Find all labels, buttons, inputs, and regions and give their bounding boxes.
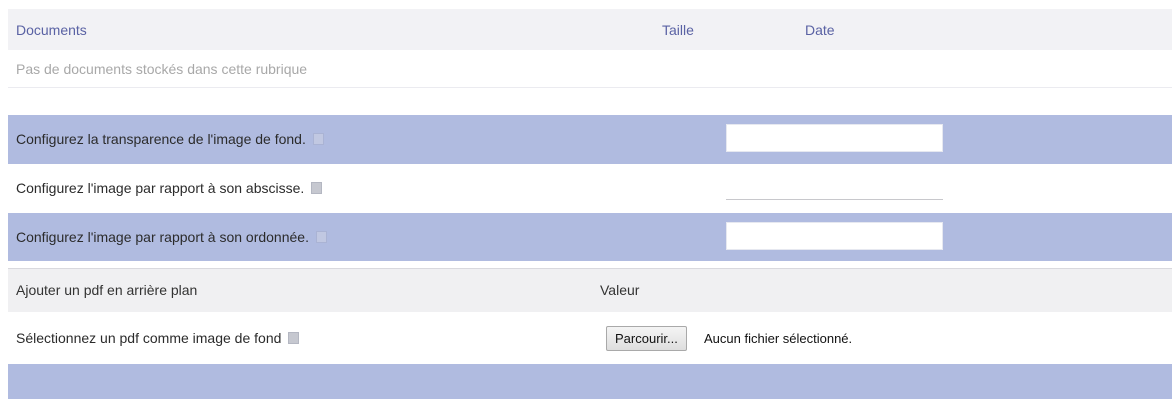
help-icon[interactable] (315, 231, 327, 243)
abscissa-input[interactable] (726, 172, 943, 200)
pdf-select-row: Sélectionnez un pdf comme image de fond … (8, 312, 1172, 367)
abscissa-row: Configurez l'image par rapport à son abs… (8, 164, 1172, 213)
page: Documents Taille Date Pas de documents s… (0, 0, 1172, 399)
ordinate-input[interactable] (726, 222, 943, 250)
abscissa-label: Configurez l'image par rapport à son abs… (16, 180, 323, 196)
value-column-header: Valeur (600, 282, 640, 298)
help-icon[interactable] (288, 332, 300, 344)
help-icon[interactable] (312, 133, 324, 145)
ordinate-row: Configurez l'image par rapport à son ord… (8, 213, 1172, 261)
documents-column-header[interactable]: Documents (16, 22, 87, 38)
transparency-input[interactable] (726, 124, 943, 152)
documents-table-header: Documents Taille Date (8, 9, 1172, 50)
empty-message: Pas de documents stockés dans cette rubr… (16, 61, 308, 77)
help-icon[interactable] (311, 182, 323, 194)
date-column-header[interactable]: Date (805, 22, 835, 38)
file-status-text: Aucun fichier sélectionné. (704, 331, 853, 346)
size-column-header[interactable]: Taille (662, 22, 694, 38)
pdf-file-input[interactable]: Parcourir... Aucun fichier sélectionné. (599, 326, 874, 367)
ordinate-label-text: Configurez l'image par rapport à son ord… (16, 229, 309, 245)
ordinate-label: Configurez l'image par rapport à son ord… (16, 229, 327, 245)
transparency-label-text: Configurez la transparence de l'image de… (16, 131, 306, 147)
documents-empty-row: Pas de documents stockés dans cette rubr… (8, 50, 1172, 88)
pdf-select-label-text: Sélectionnez un pdf comme image de fond (16, 330, 282, 346)
pdf-header-label: Ajouter un pdf en arrière plan (16, 282, 198, 298)
pdf-select-label: Sélectionnez un pdf comme image de fond (16, 330, 300, 346)
pdf-section-header: Ajouter un pdf en arrière plan Valeur (8, 268, 1172, 312)
transparency-row: Configurez la transparence de l'image de… (8, 115, 1172, 164)
browse-button[interactable]: Parcourir... (606, 326, 687, 351)
transparency-label: Configurez la transparence de l'image de… (16, 131, 324, 147)
footer-band (8, 364, 1172, 399)
abscissa-label-text: Configurez l'image par rapport à son abs… (16, 180, 305, 196)
